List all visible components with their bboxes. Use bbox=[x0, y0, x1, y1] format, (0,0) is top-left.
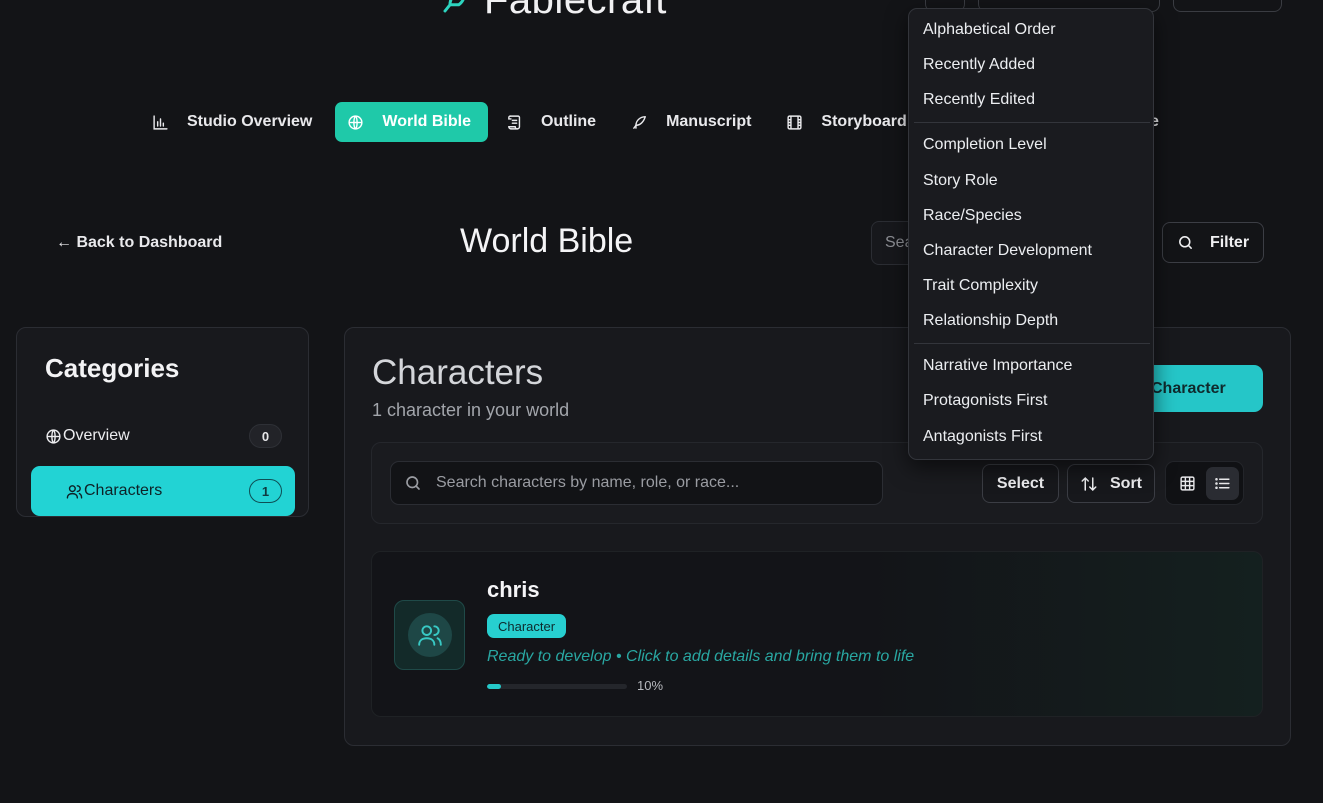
search-icon bbox=[406, 476, 420, 490]
list-icon bbox=[1215, 477, 1230, 490]
character-avatar bbox=[394, 600, 465, 670]
sort-option-race-species[interactable]: Race/Species bbox=[923, 207, 1022, 225]
back-to-dashboard-link[interactable]: ← Back to Dashboard bbox=[56, 234, 222, 252]
sort-menu: Alphabetical Order Recently Added Recent… bbox=[908, 8, 1154, 460]
globe-icon bbox=[348, 114, 363, 130]
main-nav: Studio Overview World Bible Outline Manu… bbox=[140, 102, 924, 142]
grid-icon bbox=[1180, 476, 1195, 491]
search-icon bbox=[1178, 236, 1192, 249]
completion-progress-fill bbox=[487, 684, 501, 689]
select-button[interactable]: Select bbox=[982, 464, 1059, 503]
completion-progress-bar bbox=[487, 684, 627, 689]
scroll-icon bbox=[508, 114, 521, 130]
categories-panel: Categories Overview 0 Characters 1 bbox=[16, 327, 309, 517]
tab-label: Manuscript bbox=[666, 113, 752, 130]
menu-divider bbox=[914, 343, 1150, 344]
sort-arrows-icon bbox=[1081, 476, 1097, 491]
sort-button[interactable]: Sort bbox=[1067, 464, 1155, 503]
sort-option-story-role[interactable]: Story Role bbox=[923, 172, 998, 190]
filter-button[interactable]: Filter bbox=[1162, 222, 1264, 263]
sort-option-alphabetical[interactable]: Alphabetical Order bbox=[923, 21, 1056, 39]
category-overview[interactable]: Overview 0 bbox=[31, 411, 295, 461]
tab-label: Storyboard bbox=[821, 113, 907, 130]
users-icon bbox=[66, 484, 83, 499]
section-title: Characters bbox=[372, 353, 544, 392]
category-count: 0 bbox=[249, 424, 282, 448]
tab-studio-overview[interactable]: Studio Overview bbox=[140, 102, 329, 142]
category-count: 1 bbox=[249, 479, 282, 503]
tab-manuscript[interactable]: Manuscript bbox=[619, 102, 768, 142]
feather-logo-icon bbox=[443, 0, 465, 12]
category-characters[interactable]: Characters 1 bbox=[31, 466, 295, 516]
sort-option-trait-complexity[interactable]: Trait Complexity bbox=[923, 277, 1038, 295]
character-type-badge: Character bbox=[487, 614, 567, 638]
category-label: Overview bbox=[63, 427, 130, 444]
sort-option-completion-level[interactable]: Completion Level bbox=[923, 136, 1047, 154]
sort-option-recently-edited[interactable]: Recently Edited bbox=[923, 91, 1035, 109]
list-view-button[interactable] bbox=[1206, 467, 1239, 500]
tab-world-bible[interactable]: World Bible bbox=[335, 102, 488, 142]
sort-option-recently-added[interactable]: Recently Added bbox=[923, 56, 1035, 74]
tab-outline[interactable]: Outline bbox=[494, 102, 613, 142]
tab-label: World Bible bbox=[382, 113, 471, 130]
sort-option-antagonists-first[interactable]: Antagonists First bbox=[923, 428, 1042, 446]
filter-label: Filter bbox=[1209, 233, 1250, 251]
sort-option-relationship-depth[interactable]: Relationship Depth bbox=[923, 312, 1058, 330]
bar-chart-icon bbox=[153, 114, 168, 130]
categories-title: Categories bbox=[45, 353, 180, 383]
add-character-label: Character bbox=[1151, 379, 1226, 397]
character-hint: Ready to develop • Click to add details … bbox=[487, 648, 915, 665]
header-account-button[interactable] bbox=[1173, 0, 1282, 12]
film-icon bbox=[787, 114, 803, 130]
grid-view-button[interactable] bbox=[1171, 467, 1204, 500]
select-label: Select bbox=[996, 474, 1045, 492]
users-icon bbox=[417, 625, 442, 646]
view-toggle bbox=[1165, 461, 1244, 505]
character-search bbox=[390, 461, 883, 505]
menu-divider bbox=[914, 122, 1150, 123]
tab-label: Studio Overview bbox=[187, 113, 313, 130]
brand: Fablecraft bbox=[440, 0, 667, 23]
sort-label: Sort bbox=[1110, 474, 1142, 492]
section-subtitle: 1 character in your world bbox=[372, 400, 570, 420]
brand-name: Fablecraft bbox=[484, 0, 667, 22]
globe-icon bbox=[46, 428, 61, 444]
category-label: Characters bbox=[84, 482, 163, 499]
page-title: World Bible bbox=[460, 222, 634, 260]
character-search-input[interactable] bbox=[436, 474, 866, 492]
character-name: chris bbox=[487, 577, 540, 602]
tab-label: Outline bbox=[540, 113, 597, 130]
tab-storyboard[interactable]: Storyboard bbox=[774, 102, 923, 142]
completion-progress-label: 10% bbox=[637, 678, 664, 693]
sort-option-protagonists-first[interactable]: Protagonists First bbox=[923, 392, 1047, 410]
feather-icon bbox=[633, 115, 646, 129]
sort-option-character-development[interactable]: Character Development bbox=[923, 242, 1092, 260]
sort-option-narrative-importance[interactable]: Narrative Importance bbox=[923, 357, 1072, 375]
